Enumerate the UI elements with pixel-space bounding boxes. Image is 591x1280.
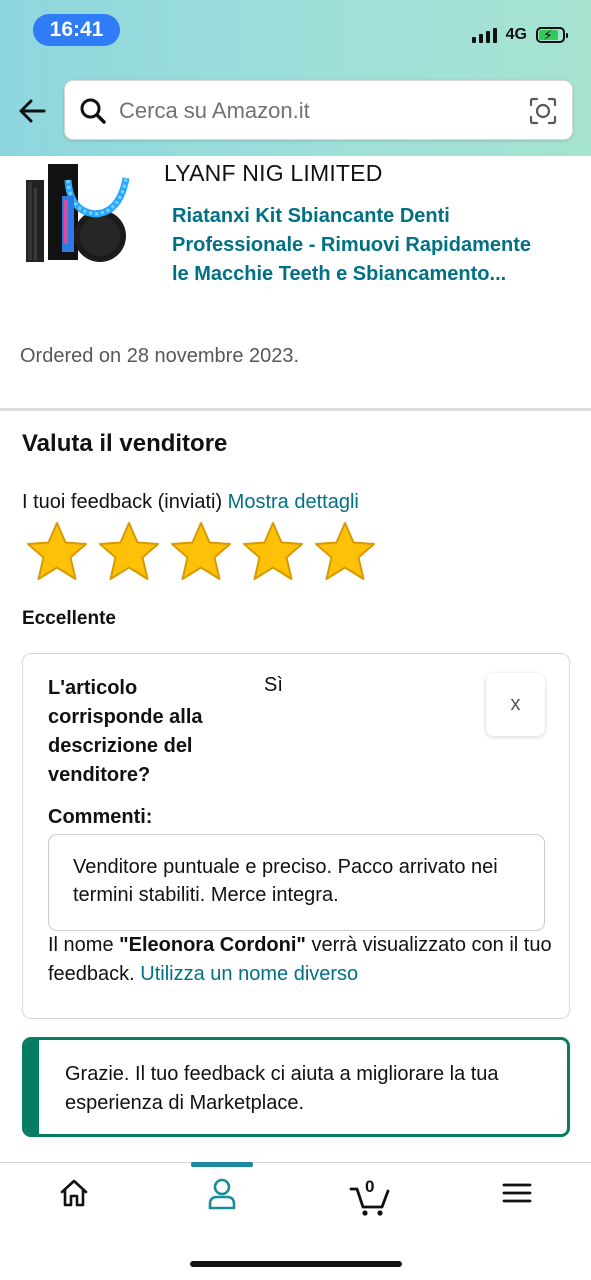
home-indicator (190, 1261, 402, 1267)
comments-label: Commenti: (48, 806, 153, 828)
home-icon (60, 1179, 88, 1207)
feedback-status-line: I tuoi feedback (inviati) Mostra dettagl… (22, 491, 359, 514)
user-icon (208, 1178, 236, 1210)
comment-text: Venditore puntuale e preciso. Pacco arri… (48, 834, 545, 931)
star-icon[interactable] (24, 519, 90, 585)
close-button[interactable]: x (486, 673, 545, 736)
battery-icon: ⚡ (536, 27, 568, 43)
back-arrow-icon[interactable] (16, 95, 48, 127)
status-time: 16:41 (33, 14, 120, 46)
nav-home[interactable] (44, 1177, 104, 1227)
network-label: 4G (505, 26, 527, 43)
star-icon[interactable] (96, 519, 162, 585)
search-bar[interactable] (64, 80, 573, 140)
search-input[interactable] (119, 93, 519, 129)
star-icon[interactable] (168, 519, 234, 585)
change-name-link[interactable]: Utilizza un nome diverso (140, 963, 358, 985)
display-name-notice: Il nome "Eleonora Cordoni" verrà visuali… (48, 931, 558, 989)
app-header: 16:41 4G ⚡ (0, 0, 591, 156)
nav-account[interactable] (192, 1177, 252, 1227)
star-icon[interactable] (240, 519, 306, 585)
menu-icon (502, 1183, 532, 1203)
alert-message: Grazie. Il tuo feedback ci aiuta a migli… (65, 1063, 499, 1114)
nav-menu[interactable] (487, 1177, 547, 1227)
thank-you-alert: Grazie. Il tuo feedback ci aiuta a migli… (22, 1037, 570, 1137)
feedback-card: L'articolo corrisponde alla descrizione … (22, 653, 570, 1019)
nav-cart[interactable]: 0 (340, 1177, 400, 1227)
camera-lens-icon[interactable] (528, 96, 558, 126)
signal-icon (471, 27, 497, 43)
rate-seller-heading: Valuta il venditore (22, 430, 228, 457)
status-icons: 4G ⚡ (471, 24, 568, 46)
name-prefix: Il nome (48, 934, 120, 956)
active-tab-indicator (191, 1162, 253, 1167)
star-rating[interactable] (24, 519, 378, 585)
display-name: "Eleonora Cordoni" (119, 934, 306, 956)
description-question: L'articolo corrisponde alla descrizione … (48, 677, 203, 786)
cart-count: 0 (365, 1177, 375, 1196)
section-divider (0, 408, 591, 411)
product-image[interactable] (22, 160, 132, 270)
rating-label: Eccellente (22, 608, 116, 629)
alert-accent-bar (25, 1040, 39, 1134)
seller-name: LYANF NIG LIMITED (164, 160, 383, 186)
feedback-status-label: I tuoi feedback (inviati) (22, 491, 223, 513)
product-title-link[interactable]: Riatanxi Kit Sbiancante Denti Profession… (172, 202, 532, 289)
search-icon (80, 98, 106, 124)
star-icon[interactable] (312, 519, 378, 585)
show-details-link[interactable]: Mostra dettagli (228, 491, 359, 513)
description-answer: Sì (264, 674, 283, 696)
order-date: Ordered on 28 novembre 2023. (20, 345, 300, 367)
